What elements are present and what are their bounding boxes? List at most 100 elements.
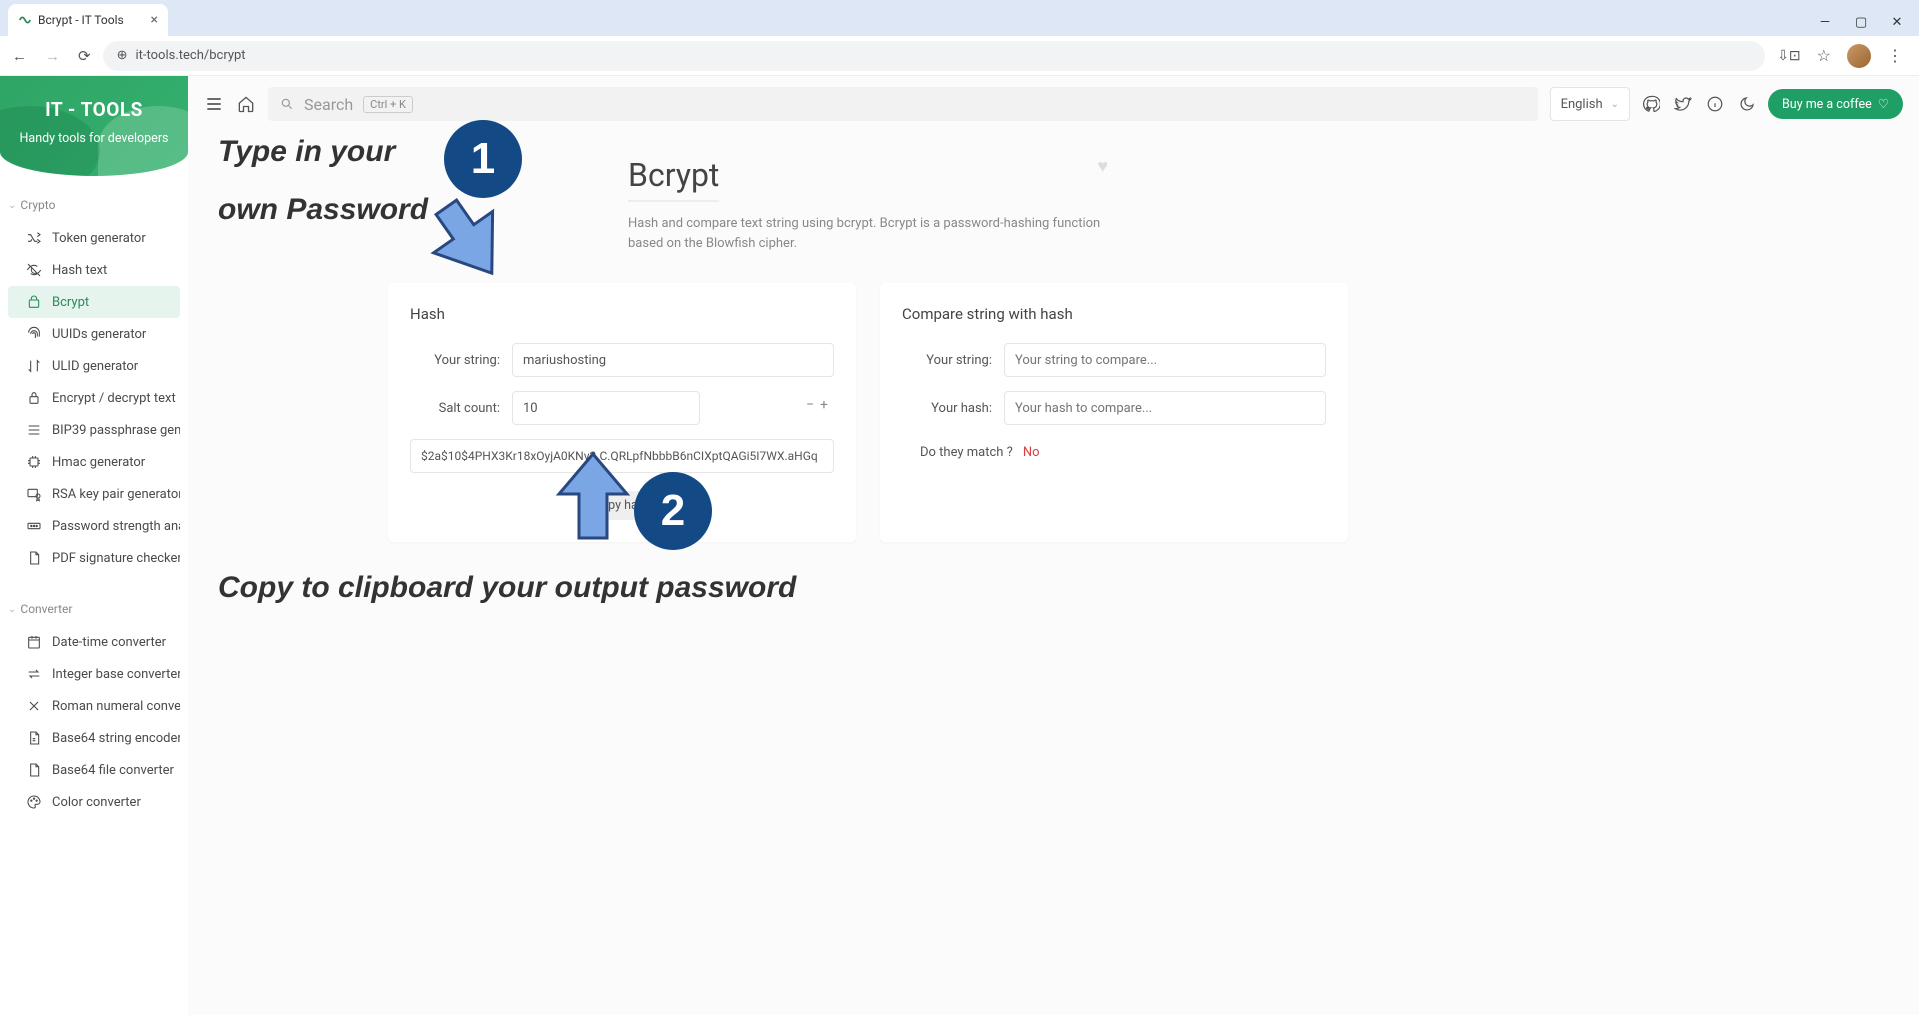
annotation-arrow-2 (553, 448, 633, 548)
search-icon (280, 97, 294, 111)
favicon-icon (18, 13, 32, 27)
sidebar-item-rsa[interactable]: RSA key pair generator (8, 478, 180, 510)
roman-x-icon (26, 698, 42, 714)
tab-title: Bcrypt - IT Tools (38, 13, 124, 27)
browser-tab[interactable]: Bcrypt - IT Tools × (8, 4, 168, 36)
match-answer: No (1023, 445, 1040, 460)
sidebar-item-bcrypt[interactable]: Bcrypt (8, 286, 180, 318)
compare-string-label: Your string: (902, 353, 992, 368)
swap-icon (26, 666, 42, 682)
password-icon (26, 518, 42, 534)
sidebar-header: IT - TOOLS Handy tools for developers (0, 76, 188, 176)
chevron-down-icon: ⌄ (8, 200, 16, 211)
file-icon (26, 762, 42, 778)
browser-address-bar: ← → ⟳ ⊕ it-tools.tech/bcrypt ⇩⊡ ☆ ⋮ (0, 36, 1919, 76)
maximize-icon[interactable]: ▢ (1855, 15, 1867, 30)
salt-count-label: Salt count: (410, 401, 500, 416)
chevron-down-icon: ⌄ (8, 604, 16, 615)
forward-icon[interactable]: → (45, 47, 60, 65)
window-controls: — ▢ ✕ (1819, 15, 1919, 36)
lock-icon (26, 390, 42, 406)
chip-icon (26, 454, 42, 470)
app-subtitle: Handy tools for developers (10, 131, 178, 146)
install-app-icon[interactable]: ⇩⊡ (1777, 48, 1800, 64)
close-tab-icon[interactable]: × (151, 12, 158, 28)
topbar: Search Ctrl + K English ⌄ Buy me a coffe… (188, 76, 1919, 132)
compare-string-input[interactable] (1004, 343, 1326, 377)
browser-tab-bar: Bcrypt - IT Tools × — ▢ ✕ (0, 0, 1919, 36)
annotation-step2: Copy to clipboard your output password (218, 570, 958, 606)
certificate-icon (26, 486, 42, 502)
compare-hash-label: Your hash: (902, 401, 992, 416)
browser-menu-icon[interactable]: ⋮ (1887, 46, 1903, 65)
your-string-input[interactable] (512, 343, 834, 377)
heart-icon: ♡ (1878, 96, 1889, 112)
compare-card: Compare string with hash Your string: Yo… (880, 283, 1348, 542)
chevron-down-icon: ⌄ (1611, 99, 1619, 110)
decrement-button[interactable]: − (806, 397, 814, 413)
sidebar-item-base64-string[interactable]: Base64 string encoder/... (8, 722, 180, 754)
reload-icon[interactable]: ⟳ (78, 47, 91, 65)
palette-icon (26, 794, 42, 810)
sidebar-item-encrypt-decrypt[interactable]: Encrypt / decrypt text (8, 382, 180, 414)
sidebar-item-integer-base[interactable]: Integer base converter (8, 658, 180, 690)
search-shortcut: Ctrl + K (363, 96, 413, 113)
github-icon[interactable] (1642, 95, 1660, 113)
url-bar[interactable]: ⊕ it-tools.tech/bcrypt (103, 41, 1766, 71)
lock-square-icon (26, 294, 42, 310)
salt-count-input[interactable] (512, 391, 700, 425)
app-title: IT - TOOLS (10, 98, 178, 121)
sidebar-item-password-strength[interactable]: Password strength analy... (8, 510, 180, 542)
sidebar: IT - TOOLS Handy tools for developers ⌄ … (0, 76, 188, 1015)
compare-hash-input[interactable] (1004, 391, 1326, 425)
annotation-arrow-1 (428, 192, 518, 292)
sort-icon (26, 358, 42, 374)
match-question: Do they match ? (920, 445, 1013, 460)
compare-card-title: Compare string with hash (902, 305, 1326, 323)
page-title: Bcrypt (628, 156, 719, 202)
language-select[interactable]: English ⌄ (1550, 87, 1630, 121)
annotation-badge-2: 2 (634, 472, 712, 550)
home-icon[interactable] (236, 94, 256, 114)
twitter-icon[interactable] (1674, 95, 1692, 113)
file-digit-icon (26, 730, 42, 746)
buy-coffee-button[interactable]: Buy me a coffee ♡ (1768, 89, 1903, 119)
theme-toggle-icon[interactable] (1738, 95, 1756, 113)
sidebar-item-hmac[interactable]: Hmac generator (8, 446, 180, 478)
annotation-step1-line1: Type in your (218, 134, 395, 170)
page-description: Hash and compare text string using bcryp… (628, 214, 1108, 253)
info-icon[interactable] (1706, 95, 1724, 113)
sidebar-item-roman[interactable]: Roman numeral converter (8, 690, 180, 722)
eye-off-icon (26, 262, 42, 278)
minimize-icon[interactable]: — (1819, 15, 1831, 30)
search-input[interactable]: Search Ctrl + K (268, 87, 1538, 121)
sidebar-item-token-generator[interactable]: Token generator (8, 222, 180, 254)
close-window-icon[interactable]: ✕ (1891, 15, 1903, 30)
increment-button[interactable]: + (820, 397, 828, 413)
file-icon (26, 550, 42, 566)
sidebar-group-crypto[interactable]: ⌄ Crypto (0, 194, 188, 222)
sidebar-item-color[interactable]: Color converter (8, 786, 180, 818)
back-icon[interactable]: ← (12, 47, 27, 65)
sidebar-item-bip39[interactable]: BIP39 passphrase gener... (8, 414, 180, 446)
hash-card-title: Hash (410, 305, 834, 323)
sidebar-item-pdf-signature[interactable]: PDF signature checker (8, 542, 180, 574)
sidebar-group-converter[interactable]: ⌄ Converter (0, 598, 188, 626)
your-string-label: Your string: (410, 353, 500, 368)
profile-avatar[interactable] (1847, 44, 1871, 68)
fingerprint-icon (26, 326, 42, 342)
url-text: it-tools.tech/bcrypt (135, 48, 245, 63)
calendar-icon (26, 634, 42, 650)
annotation-step1-line2: own Password (218, 192, 428, 228)
site-info-icon[interactable]: ⊕ (117, 48, 128, 63)
sidebar-item-base64-file[interactable]: Base64 file converter (8, 754, 180, 786)
sidebar-item-hash-text[interactable]: Hash text (8, 254, 180, 286)
shuffle-icon (26, 230, 42, 246)
sidebar-item-uuids-generator[interactable]: UUIDs generator (8, 318, 180, 350)
sidebar-item-date-time[interactable]: Date-time converter (8, 626, 180, 658)
menu-icon[interactable] (204, 94, 224, 114)
annotation-badge-1: 1 (444, 120, 522, 198)
sidebar-item-ulid-generator[interactable]: ULID generator (8, 350, 180, 382)
bookmark-icon[interactable]: ☆ (1817, 46, 1831, 65)
favorite-icon[interactable]: ♥ (1097, 156, 1108, 177)
